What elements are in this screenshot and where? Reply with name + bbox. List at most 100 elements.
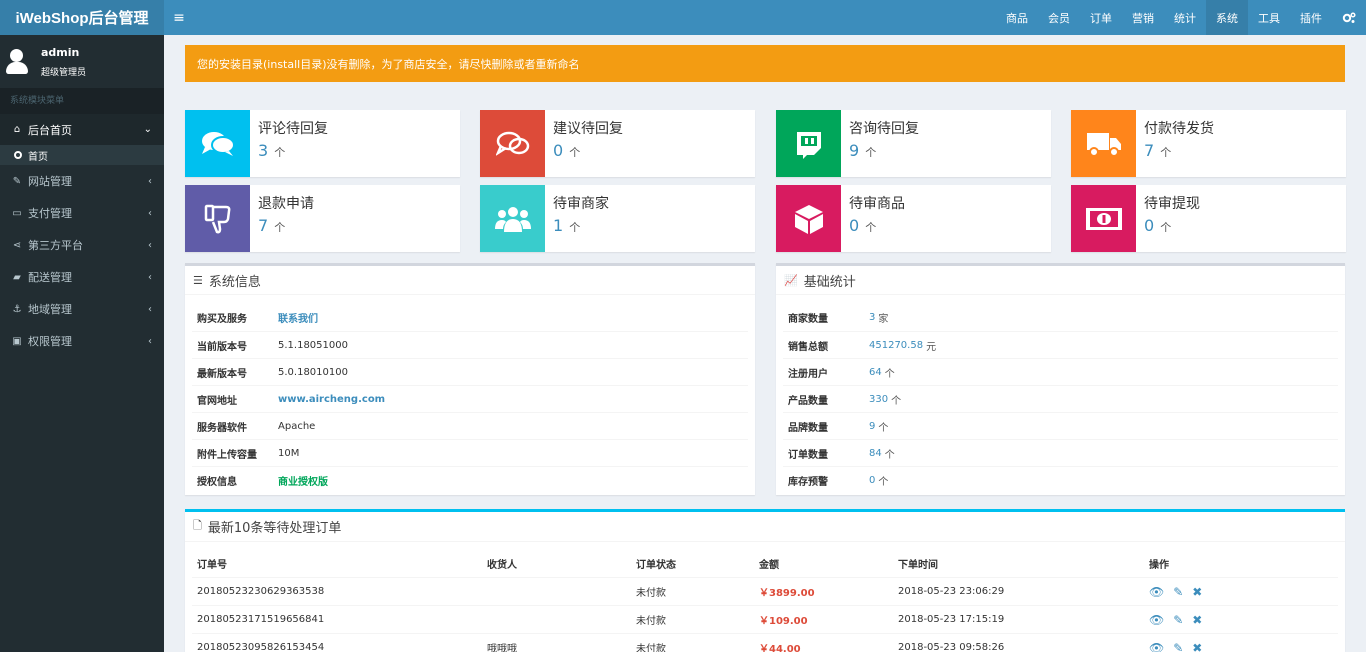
stat-row: 品牌数量 9 个 (783, 412, 1338, 439)
menu-header: 系统模块菜单 (0, 88, 164, 114)
sidebar-item-label: 第三方平台 (28, 239, 83, 252)
credit-card-icon: ▭ (12, 207, 22, 219)
info-key: 授权信息 (197, 476, 237, 488)
stat-key: 产品数量 (788, 395, 828, 407)
stat-row: 注册用户 64 个 (783, 358, 1338, 385)
topnav-marketing[interactable]: 营销 (1122, 0, 1164, 35)
eye-icon[interactable]: 👁 (1149, 642, 1164, 652)
info-key: 官网地址 (197, 395, 237, 407)
topnav-goods[interactable]: 商品 (996, 0, 1038, 35)
order-time: 2018-05-23 23:06:29 (898, 586, 1005, 597)
topnav-orders[interactable]: 订单 (1080, 0, 1122, 35)
order-number: 20180523171519656841 (197, 614, 325, 625)
stat-box-to-ship[interactable]: 付款待发货 7个 (1071, 110, 1346, 177)
column-header: 订单状态 (636, 559, 676, 571)
stat-value[interactable]: 9 (869, 421, 875, 432)
chevron-left-icon: ‹ (148, 271, 152, 283)
server-icon: ☰ (193, 273, 203, 287)
stat-box-refunds[interactable]: 退款申请 7个 (185, 185, 460, 252)
stat-label: 咨询待回复 (849, 121, 919, 137)
anchor-icon: ⚓ (12, 303, 22, 315)
eye-icon[interactable]: 👁 (1149, 614, 1164, 626)
stat-value: 7 (1144, 141, 1155, 160)
table-header: 订单号 收货人 订单状态 金额 下单时间 操作 (192, 549, 1338, 577)
delete-icon[interactable]: ✖ (1192, 586, 1202, 598)
stat-box-inquiries[interactable]: 咨询待回复 9个 (776, 110, 1051, 177)
sidebar-item-region[interactable]: ⚓ 地域管理 ‹ (0, 293, 164, 325)
brand-logo[interactable]: iWebShop后台管理 (0, 0, 164, 35)
sidebar-item-home[interactable]: ⌂ 后台首页 ⌄ (0, 114, 164, 145)
chat-icon (480, 110, 545, 177)
stat-label: 退款申请 (258, 196, 314, 212)
info-key: 当前版本号 (197, 341, 247, 353)
stat-value[interactable]: 64 (869, 367, 882, 378)
order-amount: ￥109.00 (759, 616, 808, 627)
topnav-statistics[interactable]: 统计 (1164, 0, 1206, 35)
top-nav: 商品 会员 订单 营销 统计 系统 工具 插件 (996, 0, 1366, 35)
info-key: 服务器软件 (197, 422, 247, 434)
stat-unit: 个 (865, 221, 877, 234)
topnav-plugins[interactable]: 插件 (1290, 0, 1332, 35)
stat-box-merchants[interactable]: 待审商家 1个 (480, 185, 755, 252)
info-row: 官网地址 www.aircheng.com (192, 385, 748, 412)
stat-unit: 个 (274, 221, 286, 234)
sidebar-item-thirdparty[interactable]: ⋖ 第三方平台 ‹ (0, 229, 164, 261)
sidebar-item-permission[interactable]: ▣ 权限管理 ‹ (0, 325, 164, 357)
settings-cogs-icon[interactable] (1332, 0, 1366, 35)
info-key: 附件上传容量 (197, 449, 257, 461)
edit-icon[interactable]: ✎ (1173, 642, 1183, 652)
stat-unit: 个 (274, 146, 286, 159)
stat-value[interactable]: 84 (869, 448, 882, 459)
stat-box-comments[interactable]: 评论待回复 3个 (185, 110, 460, 177)
sidebar-subitem-index[interactable]: 首页 (0, 145, 164, 165)
stat-value: 3 (258, 141, 269, 160)
info-value: 10M (278, 447, 300, 459)
order-number: 20180523230629363538 (197, 586, 325, 597)
user-role: 超级管理员 (41, 67, 87, 78)
stat-box-suggestions[interactable]: 建议待回复 0个 (480, 110, 755, 177)
sidebar-toggle-icon[interactable]: ≡ (164, 0, 194, 35)
stat-key: 库存预警 (788, 476, 828, 488)
stat-row: 订单数量 84 个 (783, 439, 1338, 466)
sidebar-item-payment[interactable]: ▭ 支付管理 ‹ (0, 197, 164, 229)
sidebar-subitem-label: 首页 (28, 151, 48, 163)
file-icon: 🗋 (193, 519, 202, 532)
stat-unit: 个 (865, 146, 877, 159)
sidebar-item-site[interactable]: ✎ 网站管理 ‹ (0, 165, 164, 197)
contact-us-link[interactable]: 联系我们 (278, 310, 318, 325)
sidebar-item-delivery[interactable]: ▰ 配送管理 ‹ (0, 261, 164, 293)
stat-value[interactable]: 0 (869, 475, 875, 486)
website-link[interactable]: www.aircheng.com (278, 394, 385, 405)
topnav-system[interactable]: 系统 (1206, 0, 1248, 35)
stat-value[interactable]: 451270.58 (869, 340, 923, 351)
order-status: 未付款 (636, 616, 666, 627)
delete-icon[interactable]: ✖ (1192, 614, 1202, 626)
stat-row: 商家数量 3 家 (783, 304, 1338, 331)
eye-icon[interactable]: 👁 (1149, 586, 1164, 598)
info-row: 附件上传容量 10M (192, 439, 748, 466)
topnav-tools[interactable]: 工具 (1248, 0, 1290, 35)
stat-unit: 个 (569, 146, 581, 159)
truck-icon: ▰ (13, 271, 21, 283)
edit-icon[interactable]: ✎ (1173, 614, 1183, 626)
topnav-members[interactable]: 会员 (1038, 0, 1080, 35)
stat-unit: 元 (926, 341, 937, 353)
stat-unit: 个 (891, 395, 902, 407)
stat-box-withdrawals[interactable]: 待审提现 0个 (1071, 185, 1346, 252)
stat-unit: 个 (878, 476, 889, 488)
stat-key: 订单数量 (788, 449, 828, 461)
info-row: 服务器软件 Apache (192, 412, 748, 439)
table-row: 20180523230629363538 未付款 ￥3899.00 2018-0… (192, 577, 1338, 605)
stat-unit: 个 (884, 449, 895, 461)
chevron-left-icon: ‹ (148, 239, 152, 251)
edit-icon[interactable]: ✎ (1173, 586, 1183, 598)
stat-box-products[interactable]: 待审商品 0个 (776, 185, 1051, 252)
column-header: 金额 (759, 559, 779, 571)
stat-label: 待审提现 (1144, 196, 1200, 212)
stat-value[interactable]: 3 (869, 312, 875, 323)
column-header: 操作 (1149, 559, 1169, 571)
info-key: 最新版本号 (197, 368, 247, 380)
delete-icon[interactable]: ✖ (1192, 642, 1202, 652)
stat-value[interactable]: 330 (869, 394, 888, 405)
stat-unit: 个 (878, 422, 889, 434)
